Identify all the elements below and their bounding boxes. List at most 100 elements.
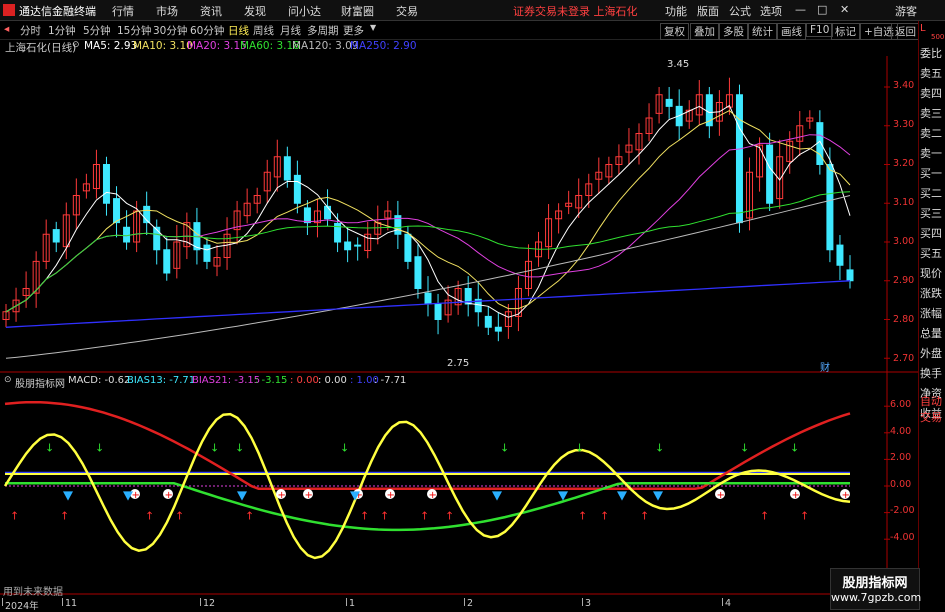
period-toolbar: ◂ 分时 1分钟 5分钟 15分钟 30分钟 60分钟 日线 周线 月线 多周期… (0, 21, 945, 40)
plus-sign-icon: + (305, 490, 313, 501)
period-tab-5min[interactable]: 5分钟 (83, 23, 111, 38)
period-tab-multi[interactable]: 多周期 (307, 23, 339, 38)
candle-body (826, 164, 834, 251)
indicator-settings-icon[interactable]: ⊙ (4, 375, 12, 385)
side-panel-item[interactable]: 涨跌 (920, 285, 942, 301)
side-panel-item[interactable]: 买二 (920, 185, 942, 201)
menu-item-market[interactable]: 市场 (156, 3, 178, 19)
tool-draw-button[interactable]: 画线 (777, 23, 806, 40)
left-tab-icon[interactable]: ◂ (4, 23, 9, 35)
price-axis-label: 3.40 (893, 80, 915, 91)
menu-item-wealth[interactable]: 财富圈 (341, 3, 374, 19)
candle-body (735, 94, 743, 224)
price-axis-label: 2.80 (893, 314, 915, 325)
finance-marker[interactable]: 财 (820, 359, 830, 374)
future-data-note: 用到未来数据 (3, 587, 63, 598)
side-panel-item[interactable]: 交易 (920, 409, 942, 425)
sell-arrow-icon: ↓ (95, 441, 104, 454)
diamond-marker-icon (653, 491, 663, 501)
side-panel-item[interactable]: 现价 (920, 265, 942, 281)
indicator-name[interactable]: 股朋指标网 (15, 375, 65, 390)
ma-info-line: 上海石化(日线) ⊙ MA5: 2.93 MA10: 3.10 MA20: 3.… (0, 40, 900, 56)
candle-body (494, 326, 502, 332)
candle-body (344, 241, 352, 251)
candle-body (113, 198, 121, 224)
plus-sign-icon: + (842, 490, 850, 501)
menu-item-layout[interactable]: 版面 (697, 3, 719, 19)
guest-label[interactable]: 游客 (895, 3, 917, 19)
buy-arrow-icon: ↑ (360, 509, 369, 522)
buy-arrow-icon: ↑ (145, 509, 154, 522)
side-panel-item[interactable]: 买五 (920, 245, 942, 261)
period-tab-1min[interactable]: 1分钟 (48, 23, 76, 38)
stock-name: 上海石化(日线) (5, 42, 77, 54)
plus-sign-icon: + (278, 490, 286, 501)
candle-body (665, 98, 673, 107)
side-panel-item[interactable]: 买三 (920, 205, 942, 221)
ma5-label: MA5: 2.93 (84, 40, 138, 52)
menu-item-formula[interactable]: 公式 (729, 3, 751, 19)
menu-bar: 通达信金融终端 行情 市场 资讯 发现 问小达 财富圈 交易 证券交易未登录 上… (0, 0, 945, 21)
tool-multistock-button[interactable]: 多股 (719, 23, 748, 40)
side-panel-item[interactable]: 外盘 (920, 345, 942, 361)
sell-arrow-icon: ↓ (235, 441, 244, 454)
period-tab-timeshare[interactable]: 分时 (20, 23, 41, 38)
app-logo-icon (3, 4, 15, 16)
period-tab-more[interactable]: 更多 (343, 23, 364, 38)
date-label: 4 (725, 598, 732, 609)
side-panel-item[interactable]: 卖二 (920, 125, 942, 141)
menu-item-ask[interactable]: 问小达 (288, 3, 321, 19)
buy-arrow-icon: ↑ (640, 509, 649, 522)
tool-mark-button[interactable]: 标记 (831, 23, 860, 40)
candle-body (163, 249, 171, 274)
menu-item-function[interactable]: 功能 (665, 3, 687, 19)
candle-body (153, 226, 161, 251)
tool-back-button[interactable]: 返回 (891, 23, 920, 40)
date-label: 2024年 (5, 601, 39, 612)
period-tab-monthly[interactable]: 月线 (280, 23, 301, 38)
side-panel-item[interactable]: 换手 (920, 365, 942, 381)
menu-item-discover[interactable]: 发现 (244, 3, 266, 19)
side-panel-item[interactable]: 委比 (920, 45, 942, 61)
period-tab-daily[interactable]: 日线 (228, 23, 249, 38)
maximize-icon[interactable]: □ (817, 3, 827, 16)
period-tab-30min[interactable]: 30分钟 (153, 23, 187, 38)
sell-arrow-icon: ↓ (655, 441, 664, 454)
more-dropdown-icon[interactable]: ▼ (370, 23, 376, 32)
watermark-url: www.7gpzb.com (831, 591, 922, 604)
ma20-label: MA20: 3.15 (187, 40, 247, 52)
candle-body (846, 269, 854, 282)
sell-arrow-icon: ↓ (740, 441, 749, 454)
tool-stats-button[interactable]: 统计 (748, 23, 777, 40)
minimize-icon[interactable]: — (795, 3, 806, 16)
tool-overlay-button[interactable]: 叠加 (690, 23, 719, 40)
tool-f10-button[interactable]: F10 (806, 23, 834, 37)
period-tab-weekly[interactable]: 周线 (253, 23, 274, 38)
candle-body (836, 244, 844, 266)
candle-body (303, 207, 311, 224)
login-notice[interactable]: 证券交易未登录 上海石化 (513, 3, 638, 19)
close-icon[interactable]: ✕ (840, 3, 849, 16)
side-panel-item[interactable]: 涨幅 (920, 305, 942, 321)
side-panel-item[interactable]: 买四 (920, 225, 942, 241)
menu-item-news[interactable]: 资讯 (200, 3, 222, 19)
side-top-label: L (920, 23, 926, 34)
side-panel-item[interactable]: 买一 (920, 165, 942, 181)
plus-sign-icon: + (387, 490, 395, 501)
side-panel-item[interactable]: 卖四 (920, 85, 942, 101)
menu-item-trade[interactable]: 交易 (396, 3, 418, 19)
menu-item-quotes[interactable]: 行情 (112, 3, 134, 19)
side-panel-item[interactable]: 自动 (920, 393, 942, 409)
date-label: 12 (203, 598, 216, 609)
period-tab-60min[interactable]: 60分钟 (190, 23, 224, 38)
chart-settings-icon[interactable]: ⊙ (72, 40, 80, 50)
price-chart[interactable]: ↑ ↑ ↑ ↑ ↑ ↑ ↑ ↑ ↑ ↑ ↑ ↑ ↑ ↑↓ ↓ ↓ ↓ ↓ ↓ ↓ ↓ ↓ ↓+ + + + + + + + + + (0, 56, 918, 596)
tool-adjust-button[interactable]: 复权 (660, 23, 689, 40)
side-panel-item[interactable]: 卖一 (920, 145, 942, 161)
period-tab-15min[interactable]: 15分钟 (117, 23, 151, 38)
indicator-axis-label: 4.00 (890, 425, 912, 437)
side-panel-item[interactable]: 卖三 (920, 105, 942, 121)
side-panel-item[interactable]: 卖五 (920, 65, 942, 81)
menu-item-options[interactable]: 选项 (760, 3, 782, 19)
side-panel-item[interactable]: 总量 (920, 325, 942, 341)
